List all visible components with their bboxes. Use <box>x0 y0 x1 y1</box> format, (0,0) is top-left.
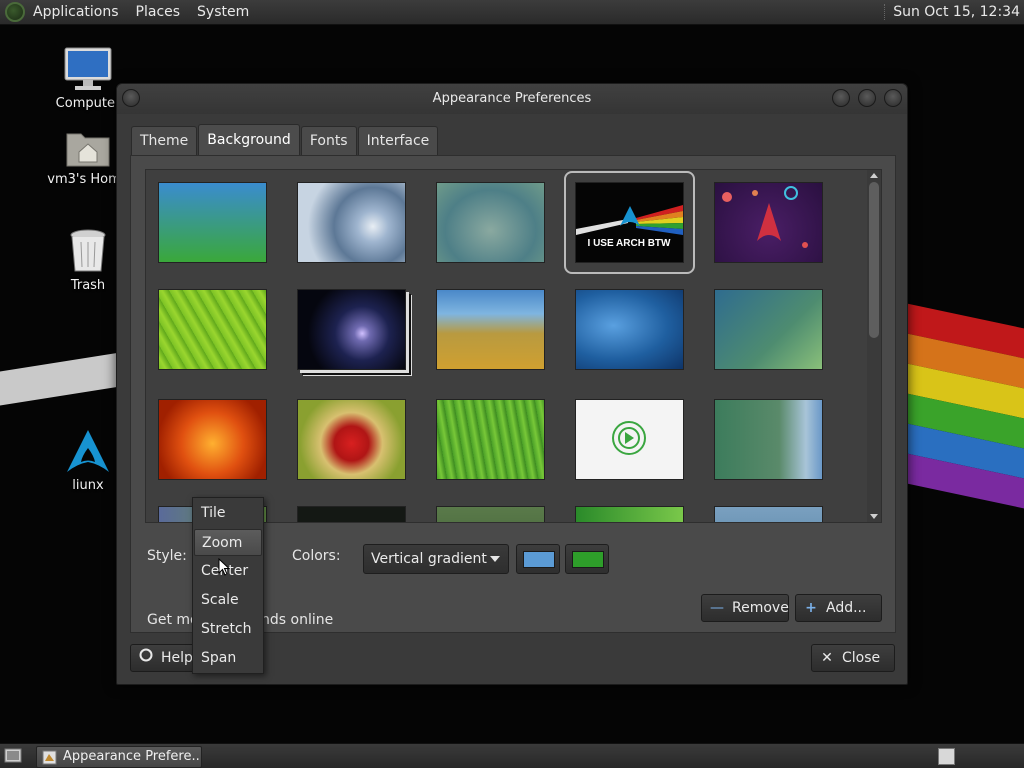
secondary-color-button[interactable] <box>565 544 609 574</box>
tab-fonts[interactable]: Fonts <box>300 126 357 155</box>
panel-clock[interactable]: Sun Oct 15, 12:34 <box>884 4 1020 20</box>
home-folder-icon <box>66 133 110 167</box>
get-more-link-start[interactable]: Get mo <box>147 612 199 628</box>
menu-applications[interactable]: Applications <box>33 4 119 20</box>
wallpaper-thumbnail[interactable] <box>575 289 684 370</box>
wallpaper-thumbnail[interactable] <box>436 182 545 263</box>
primary-color-button[interactable] <box>516 544 560 574</box>
wallpaper-thumbnail[interactable] <box>436 506 545 522</box>
tab-interface[interactable]: Interface <box>357 126 439 155</box>
menu-system[interactable]: System <box>197 4 249 20</box>
arch-logo-icon <box>67 430 109 472</box>
colors-dropdown[interactable]: Vertical gradient <box>363 544 509 574</box>
plus-icon: + <box>805 600 817 616</box>
close-button[interactable]: ✕ Close <box>811 644 895 672</box>
appearance-app-icon <box>42 750 57 765</box>
tab-bar: Theme Background Fonts Interface <box>131 124 439 155</box>
chevron-down-icon <box>490 556 500 562</box>
wallpaper-gallery[interactable]: I USE ARCH BTW <box>145 169 882 523</box>
help-button-label: Help <box>161 650 193 666</box>
wallpaper-thumbnail[interactable] <box>158 182 267 263</box>
top-panel: Applications Places System Sun Oct 15, 1… <box>0 0 1024 25</box>
trash-icon <box>70 229 106 272</box>
style-option-stretch[interactable]: Stretch <box>194 616 262 643</box>
window-titlebar[interactable]: Appearance Preferences <box>117 84 907 114</box>
style-option-zoom[interactable]: Zoom <box>194 529 262 556</box>
close-button-label: Close <box>842 650 881 666</box>
minus-icon: — <box>710 600 724 616</box>
style-option-tile[interactable]: Tile <box>194 500 262 527</box>
style-option-scale[interactable]: Scale <box>194 587 262 614</box>
mouse-cursor-icon <box>218 558 230 576</box>
wallpaper-thumbnail[interactable] <box>714 399 823 480</box>
gallery-scrollbar[interactable] <box>867 170 881 522</box>
wallpaper-thumbnail[interactable] <box>297 182 406 263</box>
remove-button-label: Remove <box>732 600 789 616</box>
help-lifebuoy-icon <box>139 645 153 671</box>
wallpaper-thumbnail[interactable] <box>436 289 545 370</box>
secondary-color-swatch <box>572 551 604 568</box>
scroll-up-icon[interactable] <box>870 173 878 178</box>
computer-icon <box>64 47 112 90</box>
main-menu-logo-icon[interactable] <box>5 2 25 22</box>
taskbar-window-label: Appearance Prefere... <box>63 749 202 764</box>
wallpaper-thumbnail[interactable] <box>575 506 684 522</box>
scrollbar-thumb[interactable] <box>869 182 879 338</box>
minimize-button[interactable] <box>832 89 850 107</box>
colors-dropdown-value: Vertical gradient <box>371 551 487 567</box>
wallpaper-thumbnail[interactable] <box>158 289 267 370</box>
wallpaper-thumbnail[interactable] <box>714 289 823 370</box>
style-dropdown-menu: Tile Zoom Center Scale Stretch Span <box>192 497 264 674</box>
primary-color-swatch <box>523 551 555 568</box>
scroll-down-icon[interactable] <box>870 514 878 519</box>
tab-background[interactable]: Background <box>198 124 300 155</box>
arch-prism-art: I USE ARCH BTW <box>576 205 683 249</box>
wallpaper-thumbnail-selected[interactable]: I USE ARCH BTW <box>564 171 695 274</box>
window-title: Appearance Preferences <box>432 91 592 106</box>
close-window-button[interactable] <box>884 89 902 107</box>
menu-places[interactable]: Places <box>136 4 181 20</box>
tab-theme[interactable]: Theme <box>131 126 198 155</box>
close-icon: ✕ <box>821 650 833 666</box>
show-desktop-icon[interactable] <box>4 748 22 764</box>
get-more-link-end[interactable]: nds online <box>261 612 333 628</box>
wallpaper-thumbnail[interactable] <box>297 506 406 522</box>
prism-light-beam <box>0 350 130 408</box>
arch-btw-text: I USE ARCH BTW <box>588 238 672 249</box>
wallpaper-thumbnail[interactable] <box>714 182 823 263</box>
taskbar-window-button[interactable]: Appearance Prefere... <box>36 746 202 768</box>
remove-button[interactable]: — Remove <box>701 594 789 622</box>
add-button[interactable]: + Add... <box>795 594 882 622</box>
wallpaper-thumbnail[interactable] <box>436 399 545 480</box>
wallpaper-thumbnail[interactable] <box>297 399 406 480</box>
bottom-panel: Appearance Prefere... <box>0 743 1024 768</box>
maximize-button[interactable] <box>858 89 876 107</box>
colors-label: Colors: <box>292 548 341 564</box>
style-option-span[interactable]: Span <box>194 645 262 672</box>
wallpaper-thumbnail[interactable] <box>297 289 406 370</box>
wallpaper-thumbnail[interactable] <box>158 399 267 480</box>
space-art <box>722 186 808 248</box>
style-label: Style: <box>147 548 187 564</box>
green-logo-art <box>612 421 646 455</box>
add-button-label: Add... <box>826 600 867 616</box>
wallpaper-thumbnail[interactable] <box>714 506 823 522</box>
workspace-switcher[interactable] <box>938 748 955 765</box>
wallpaper-thumbnail[interactable] <box>575 399 684 480</box>
